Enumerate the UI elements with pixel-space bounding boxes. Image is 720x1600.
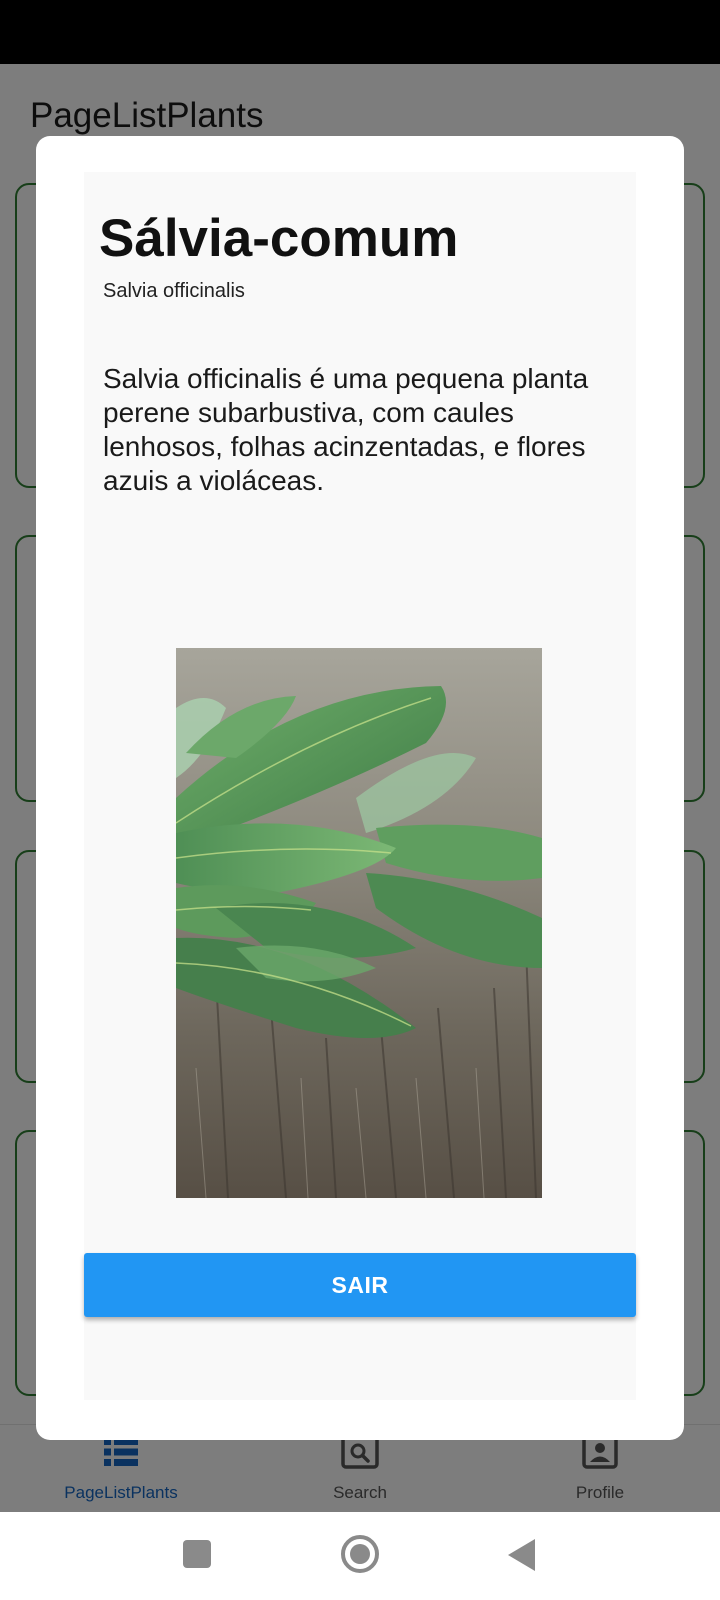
sage-leaves-photo <box>176 648 542 1198</box>
home-icon[interactable] <box>341 1535 379 1573</box>
plant-description: Salvia officinalis é uma pequena planta … <box>103 363 589 496</box>
plant-scientific-name: Salvia officinalis <box>103 280 245 302</box>
recent-apps-icon[interactable] <box>183 1540 211 1568</box>
exit-button[interactable]: SAIR <box>84 1253 636 1317</box>
system-navigation-bar <box>0 1512 720 1600</box>
plant-detail-dialog: Sálvia-comum Salvia officinalis Salvia o… <box>36 136 684 1440</box>
plant-common-name: Sálvia-comum <box>99 209 459 268</box>
status-bar <box>0 0 720 64</box>
back-icon[interactable] <box>508 1539 535 1571</box>
dialog-content: Sálvia-comum Salvia officinalis Salvia o… <box>84 172 636 1400</box>
